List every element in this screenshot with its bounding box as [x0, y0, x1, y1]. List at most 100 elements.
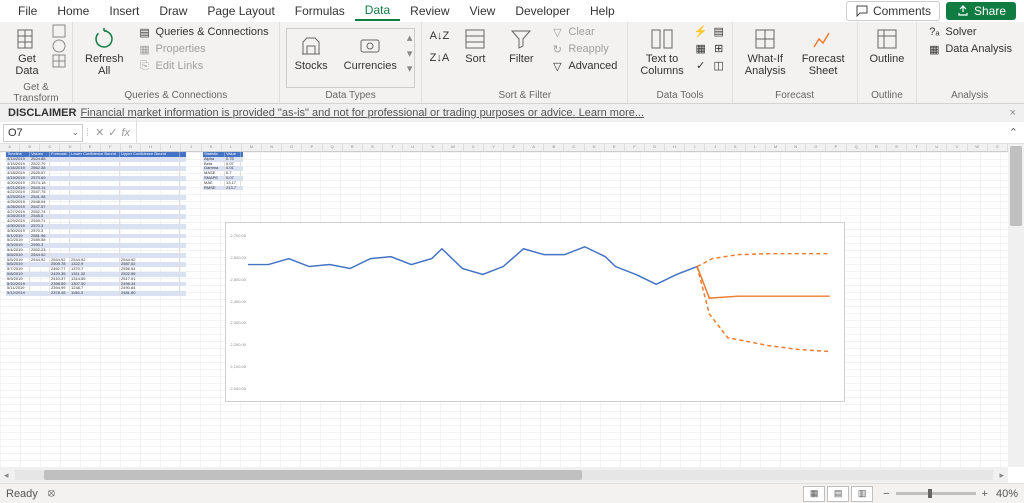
clear-icon: ▽: [550, 25, 564, 39]
sort-icon: [463, 27, 487, 51]
menu-bar: File Home Insert Draw Page Layout Formul…: [0, 0, 1024, 22]
chevron-down-icon[interactable]: ⌄: [71, 127, 82, 138]
menu-developer[interactable]: Developer: [505, 2, 580, 20]
zoom-out-button[interactable]: −: [883, 488, 889, 500]
view-normal-button[interactable]: ▦: [803, 486, 825, 502]
group-label: Data Types: [286, 88, 416, 103]
filter-button[interactable]: Filter: [500, 24, 542, 68]
horizontal-scrollbar[interactable]: ◂ ▸: [0, 467, 1008, 483]
data-model-icon[interactable]: ◫: [712, 58, 726, 72]
enter-formula-icon[interactable]: ✓: [108, 126, 117, 139]
relationships-icon[interactable]: ⊞: [712, 41, 726, 55]
stats-table[interactable]: StatisticValueAlpha0.75Beta0.07Gamma0.01…: [203, 152, 243, 190]
view-page-break-button[interactable]: ▥: [851, 486, 873, 502]
forecast-table[interactable]: TimelineValuesForecastLower Confidence B…: [6, 152, 186, 296]
sort-button[interactable]: Sort: [454, 24, 496, 68]
cancel-formula-icon[interactable]: ✕: [95, 126, 104, 139]
group-label: Analysis: [923, 88, 1016, 103]
clear-button[interactable]: ▽Clear: [546, 24, 621, 40]
menu-view[interactable]: View: [460, 2, 506, 20]
view-page-layout-button[interactable]: ▤: [827, 486, 849, 502]
formula-bar: O7 ⌄ ⁞ ✕ ✓ fx ⌃: [0, 122, 1024, 144]
refresh-icon: [92, 27, 116, 51]
vertical-scrollbar[interactable]: [1008, 144, 1024, 467]
from-web-icon[interactable]: [52, 39, 66, 53]
edit-links-button[interactable]: ⎘Edit Links: [134, 58, 273, 74]
menu-page-layout[interactable]: Page Layout: [197, 2, 284, 20]
refresh-all-button[interactable]: Refresh All: [79, 24, 130, 80]
queries-icon: ▤: [138, 25, 152, 39]
group-label: Forecast: [739, 88, 851, 103]
solver-button[interactable]: ?ₐSolver: [923, 24, 1016, 40]
scroll-left-icon[interactable]: ◂: [0, 470, 13, 481]
y-axis-labels: 2,700.002,600.002,500.002,400.002,300.00…: [228, 233, 246, 391]
currencies-label: Currencies: [344, 60, 397, 72]
flash-fill-icon[interactable]: ⚡: [694, 24, 708, 38]
data-analysis-button[interactable]: ▦Data Analysis: [923, 41, 1016, 57]
what-if-icon: [753, 27, 777, 51]
sort-desc-icon: Z↓A: [432, 51, 446, 65]
share-label: Share: [974, 4, 1006, 18]
scroll-thumb[interactable]: [1010, 146, 1022, 226]
group-get-transform: Get Data Get & Transform Data: [0, 22, 73, 103]
remove-dup-icon[interactable]: ▦: [694, 41, 708, 55]
queries-connections-button[interactable]: ▤Queries & Connections: [134, 24, 273, 40]
forecast-label: Forecast Sheet: [802, 53, 845, 77]
worksheet[interactable]: ABCDEFGHIJKLMNOPQRSTUVWXYZABCDEFGHIJKLMN…: [0, 144, 1024, 483]
divider: ⁞: [86, 127, 89, 139]
scroll-thumb[interactable]: [44, 470, 582, 480]
outline-button[interactable]: Outline: [864, 24, 911, 68]
more-types-icon[interactable]: ▾: [407, 62, 413, 75]
forecast-chart[interactable]: 2,700.002,600.002,500.002,400.002,300.00…: [225, 222, 845, 402]
disclaimer-close-icon[interactable]: ×: [1010, 107, 1016, 119]
advanced-button[interactable]: ▽Advanced: [546, 58, 621, 74]
stocks-button[interactable]: Stocks: [289, 31, 334, 75]
properties-icon: ▦: [138, 42, 152, 56]
currencies-button[interactable]: Currencies: [338, 31, 403, 75]
outline-label: Outline: [870, 53, 905, 65]
group-sort-filter: A↓Z Z↓A Sort Filter ▽Clear ↻Reapply ▽Adv…: [422, 22, 628, 103]
scroll-up-icon[interactable]: ▴: [407, 31, 413, 44]
sort-desc-button[interactable]: Z↓A: [428, 50, 450, 66]
consolidate-icon[interactable]: ▤: [712, 24, 726, 38]
sort-label: Sort: [465, 53, 485, 65]
group-label: Sort & Filter: [428, 88, 621, 103]
menu-formulas[interactable]: Formulas: [285, 2, 355, 20]
scroll-right-icon[interactable]: ▸: [995, 470, 1008, 481]
menu-draw[interactable]: Draw: [149, 2, 197, 20]
comments-button[interactable]: Comments: [846, 1, 940, 21]
from-text-icon[interactable]: [52, 24, 66, 38]
menu-help[interactable]: Help: [580, 2, 625, 20]
reapply-button[interactable]: ↻Reapply: [546, 41, 621, 57]
share-button[interactable]: Share: [946, 2, 1016, 20]
menu-home[interactable]: Home: [47, 2, 99, 20]
zoom-level[interactable]: 40%: [996, 488, 1018, 500]
scroll-track[interactable]: [15, 470, 994, 480]
sort-asc-icon: A↓Z: [432, 29, 446, 43]
properties-button[interactable]: ▦Properties: [134, 41, 273, 57]
menu-insert[interactable]: Insert: [99, 2, 149, 20]
name-box[interactable]: O7 ⌄: [3, 124, 83, 142]
get-data-button[interactable]: Get Data: [6, 24, 48, 80]
forecast-sheet-button[interactable]: Forecast Sheet: [796, 24, 851, 80]
menu-review[interactable]: Review: [400, 2, 459, 20]
zoom-slider[interactable]: [896, 492, 976, 495]
fx-icon[interactable]: fx: [122, 127, 131, 139]
group-label: Queries & Connections: [79, 88, 273, 103]
accessibility-icon[interactable]: ⦻: [48, 487, 55, 500]
sort-asc-button[interactable]: A↓Z: [428, 28, 450, 44]
get-data-label: Get Data: [15, 53, 38, 77]
zoom-in-button[interactable]: +: [982, 488, 988, 500]
expand-formula-icon[interactable]: ⌃: [1003, 126, 1024, 139]
group-forecast: What-If Analysis Forecast Sheet Forecast: [733, 22, 858, 103]
get-data-icon: [15, 27, 39, 51]
menu-data[interactable]: Data: [355, 1, 400, 21]
solver-icon: ?ₐ: [927, 25, 941, 39]
what-if-button[interactable]: What-If Analysis: [739, 24, 792, 80]
filter-label: Filter: [509, 53, 533, 65]
from-table-icon[interactable]: [52, 54, 66, 68]
text-to-columns-button[interactable]: Text to Columns: [634, 24, 689, 80]
menu-file[interactable]: File: [8, 2, 47, 20]
data-valid-icon[interactable]: ✓: [694, 58, 708, 72]
scroll-down-icon[interactable]: ▾: [407, 47, 413, 60]
